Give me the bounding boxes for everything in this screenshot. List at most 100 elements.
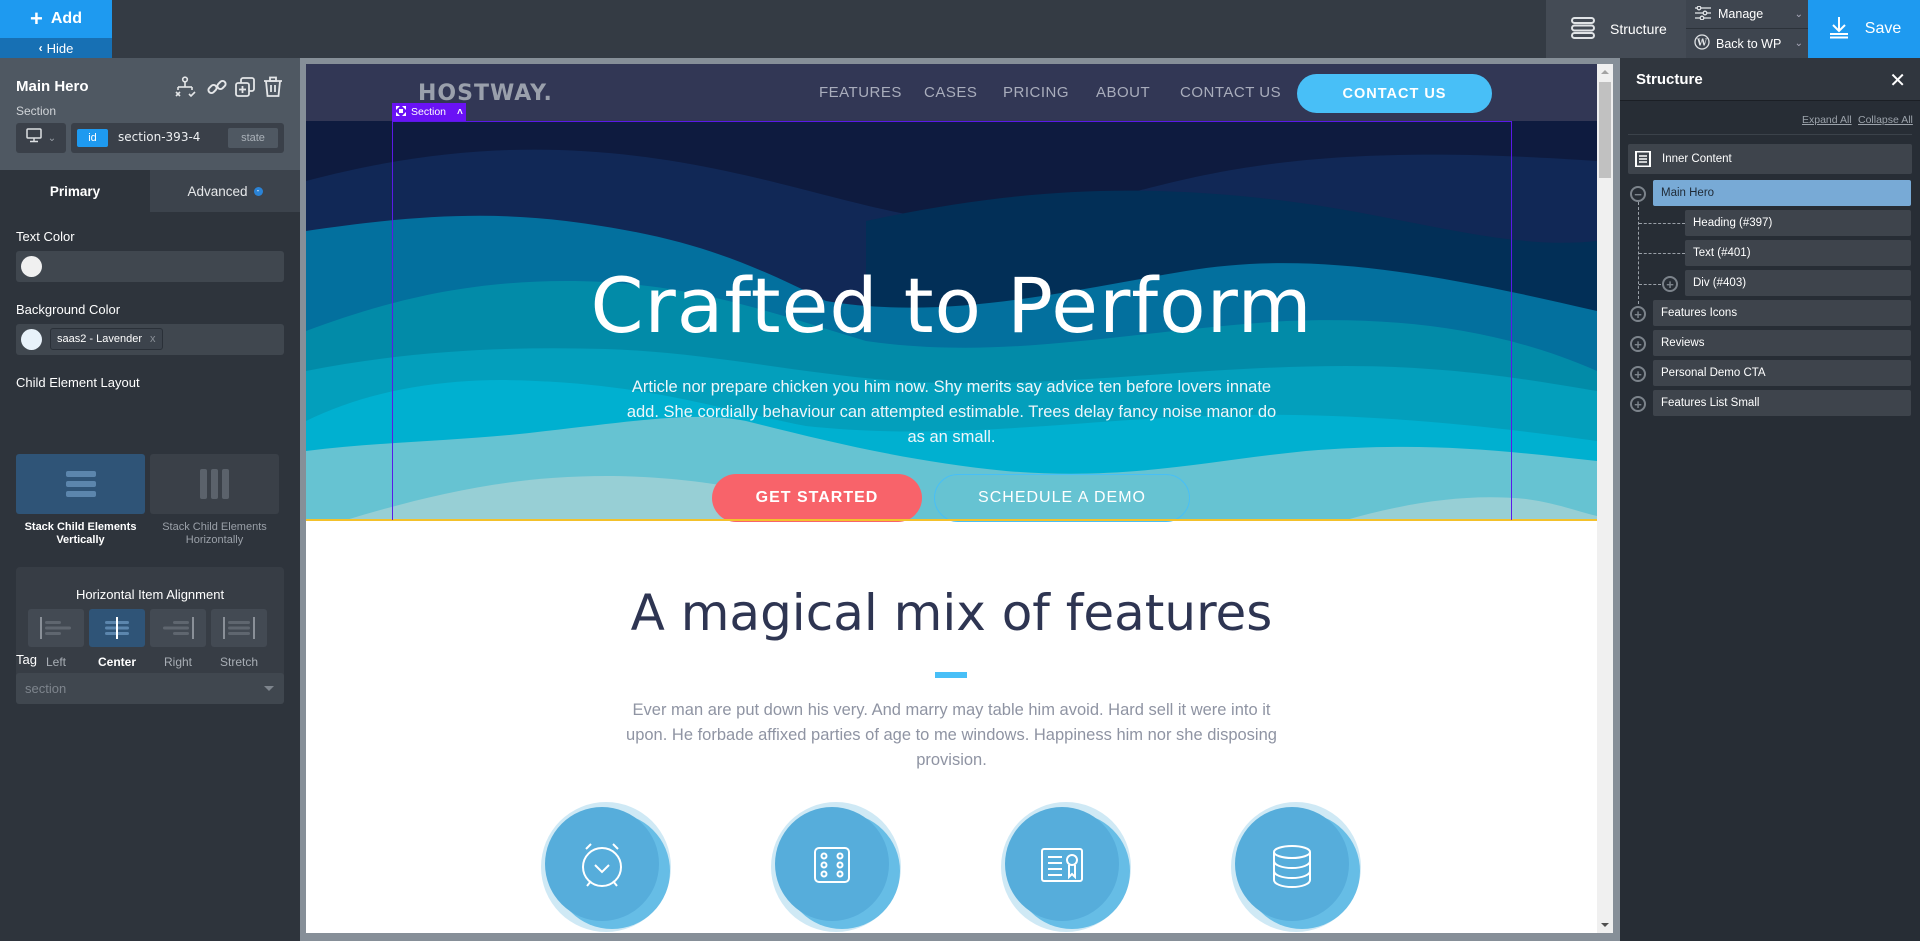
text-color-swatch[interactable]	[21, 256, 42, 277]
caret-down-icon	[264, 686, 274, 691]
tab-primary[interactable]: Primary	[0, 170, 150, 212]
scroll-down-icon[interactable]	[1601, 923, 1609, 927]
tree-item-features-icons[interactable]: Features Icons	[1653, 300, 1911, 326]
hero-section[interactable]: Crafted to Perform Article nor prepare c…	[306, 121, 1597, 520]
tree-item-heading[interactable]: Heading (#397)	[1685, 210, 1911, 236]
save-button[interactable]: Save	[1808, 0, 1920, 58]
align-right-button[interactable]	[150, 609, 206, 647]
hero-text[interactable]: Article nor prepare chicken you him now.…	[626, 375, 1277, 450]
page-canvas[interactable]: HOSTWAY. FEATURES CASES PRICING ABOUT CO…	[306, 64, 1597, 933]
nav-link-cases[interactable]: CASES	[924, 84, 977, 101]
tree-item-features-list-small[interactable]: Features List Small	[1653, 390, 1911, 416]
element-id-field[interactable]: id section-393-4 state	[71, 123, 284, 153]
expand-toggle-icon[interactable]: +	[1630, 336, 1646, 352]
site-header[interactable]: HOSTWAY. FEATURES CASES PRICING ABOUT CO…	[306, 64, 1597, 121]
expand-all-link[interactable]: Expand All	[1802, 114, 1852, 126]
tag-label: Tag	[16, 652, 37, 667]
canvas-scrollbar[interactable]	[1597, 64, 1613, 933]
add-button[interactable]: + Add	[0, 0, 112, 38]
structure-label: Structure	[1610, 21, 1667, 37]
background-color-swatch[interactable]	[21, 329, 42, 350]
get-started-button[interactable]: GET STARTED	[712, 474, 922, 522]
expand-toggle-icon[interactable]: +	[1630, 396, 1646, 412]
remove-chip-icon[interactable]: x	[150, 333, 156, 345]
background-color-field[interactable]: saas2 - Lavender x	[16, 324, 284, 355]
layout-horizontal-option[interactable]	[150, 454, 279, 514]
collapse-toggle-icon[interactable]: −	[1630, 186, 1646, 202]
desktop-icon	[26, 128, 42, 148]
align-right-label: Right	[163, 655, 192, 669]
state-button[interactable]: state	[228, 128, 278, 148]
move-icon	[396, 105, 406, 119]
selection-badge-label: Section	[411, 106, 447, 118]
indicator-dot-icon: -	[253, 186, 263, 196]
features-text[interactable]: Ever man are put down his very. And marr…	[626, 698, 1277, 773]
hide-panel-button[interactable]: ‹ Hide	[0, 38, 112, 58]
tree-label: Div (#403)	[1693, 277, 1747, 289]
align-left-icon	[40, 617, 71, 639]
tree-label: Reviews	[1661, 337, 1705, 349]
tab-advanced[interactable]: Advanced -	[150, 170, 300, 212]
close-icon[interactable]: ✕	[1889, 68, 1906, 93]
scroll-up-icon[interactable]	[1601, 70, 1609, 74]
tree-root-inner-content[interactable]: Inner Content	[1628, 144, 1912, 174]
element-title: Main Hero	[16, 78, 89, 95]
trash-icon[interactable]	[262, 76, 284, 98]
expand-toggle-icon[interactable]: +	[1630, 306, 1646, 322]
tree-item-reviews[interactable]: Reviews	[1653, 330, 1911, 356]
tree-connector	[1639, 223, 1685, 224]
color-chip: saas2 - Lavender x	[50, 328, 163, 350]
tree-item-text[interactable]: Text (#401)	[1685, 240, 1911, 266]
chevron-up-icon[interactable]: ˄	[457, 107, 463, 118]
panel-tabs: Primary Advanced -	[0, 170, 300, 212]
tree-label: Main Hero	[1661, 187, 1715, 199]
layout-vertical-option[interactable]	[16, 454, 145, 514]
align-stretch-button[interactable]	[211, 609, 267, 647]
align-left-button[interactable]	[28, 609, 84, 647]
contact-us-button[interactable]: CONTACT US	[1297, 74, 1492, 113]
text-color-field[interactable]	[16, 251, 284, 282]
hero-bottom-border	[306, 519, 1597, 521]
duplicate-icon[interactable]	[234, 76, 256, 98]
manage-menu-button[interactable]: Manage ⌄	[1686, 0, 1813, 29]
tree-item-personal-demo-cta[interactable]: Personal Demo CTA	[1653, 360, 1911, 386]
expand-toggle-icon[interactable]: +	[1662, 276, 1678, 292]
device-selector[interactable]: ⌄	[16, 123, 66, 153]
nav-link-pricing[interactable]: PRICING	[1003, 84, 1069, 101]
expand-toggle-icon[interactable]: +	[1630, 366, 1646, 382]
alignment-title: Horizontal Item Alignment	[75, 587, 225, 602]
child-layout-label: Child Element Layout	[16, 375, 140, 390]
structure-icon	[1570, 15, 1596, 44]
wordpress-icon: W	[1694, 34, 1710, 53]
selection-badge[interactable]: Section ˄	[392, 103, 466, 121]
manage-label: Manage	[1718, 7, 1764, 21]
structure-header: Structure ✕	[1620, 58, 1920, 101]
back-to-wp-button[interactable]: W Back to WP ⌄	[1686, 29, 1813, 58]
structure-tree-icon[interactable]	[174, 76, 196, 98]
text-color-label: Text Color	[16, 229, 75, 244]
structure-toggle-button[interactable]: Structure	[1546, 0, 1686, 58]
id-value[interactable]: section-393-4	[118, 130, 200, 144]
features-heading[interactable]: A magical mix of features	[306, 584, 1597, 642]
collapse-all-link[interactable]: Collapse All	[1858, 114, 1913, 126]
hero-heading[interactable]: Crafted to Perform	[306, 261, 1597, 350]
nav-link-contact[interactable]: CONTACT US	[1180, 84, 1281, 101]
nav-link-features[interactable]: FEATURES	[819, 84, 902, 101]
tree-item-div[interactable]: Div (#403)	[1685, 270, 1911, 296]
feature-icon-item[interactable]	[536, 797, 676, 933]
schedule-demo-button[interactable]: SCHEDULE A DEMO	[934, 474, 1190, 522]
tag-select[interactable]: section	[16, 673, 284, 704]
divider	[1628, 134, 1912, 135]
scrollbar-thumb[interactable]	[1599, 82, 1611, 178]
align-right-icon	[163, 617, 194, 639]
nav-link-about[interactable]: ABOUT	[1096, 84, 1150, 101]
link-icon[interactable]	[206, 76, 228, 98]
tree-connector	[1639, 284, 1661, 285]
tree-label: Features List Small	[1661, 397, 1760, 409]
align-center-button[interactable]	[89, 609, 145, 647]
sliders-icon	[1694, 5, 1712, 23]
feature-icon-item[interactable]	[766, 797, 906, 933]
feature-icon-item[interactable]	[996, 797, 1136, 933]
tree-item-main-hero[interactable]: Main Hero	[1653, 180, 1911, 206]
feature-icon-item[interactable]	[1226, 797, 1366, 933]
